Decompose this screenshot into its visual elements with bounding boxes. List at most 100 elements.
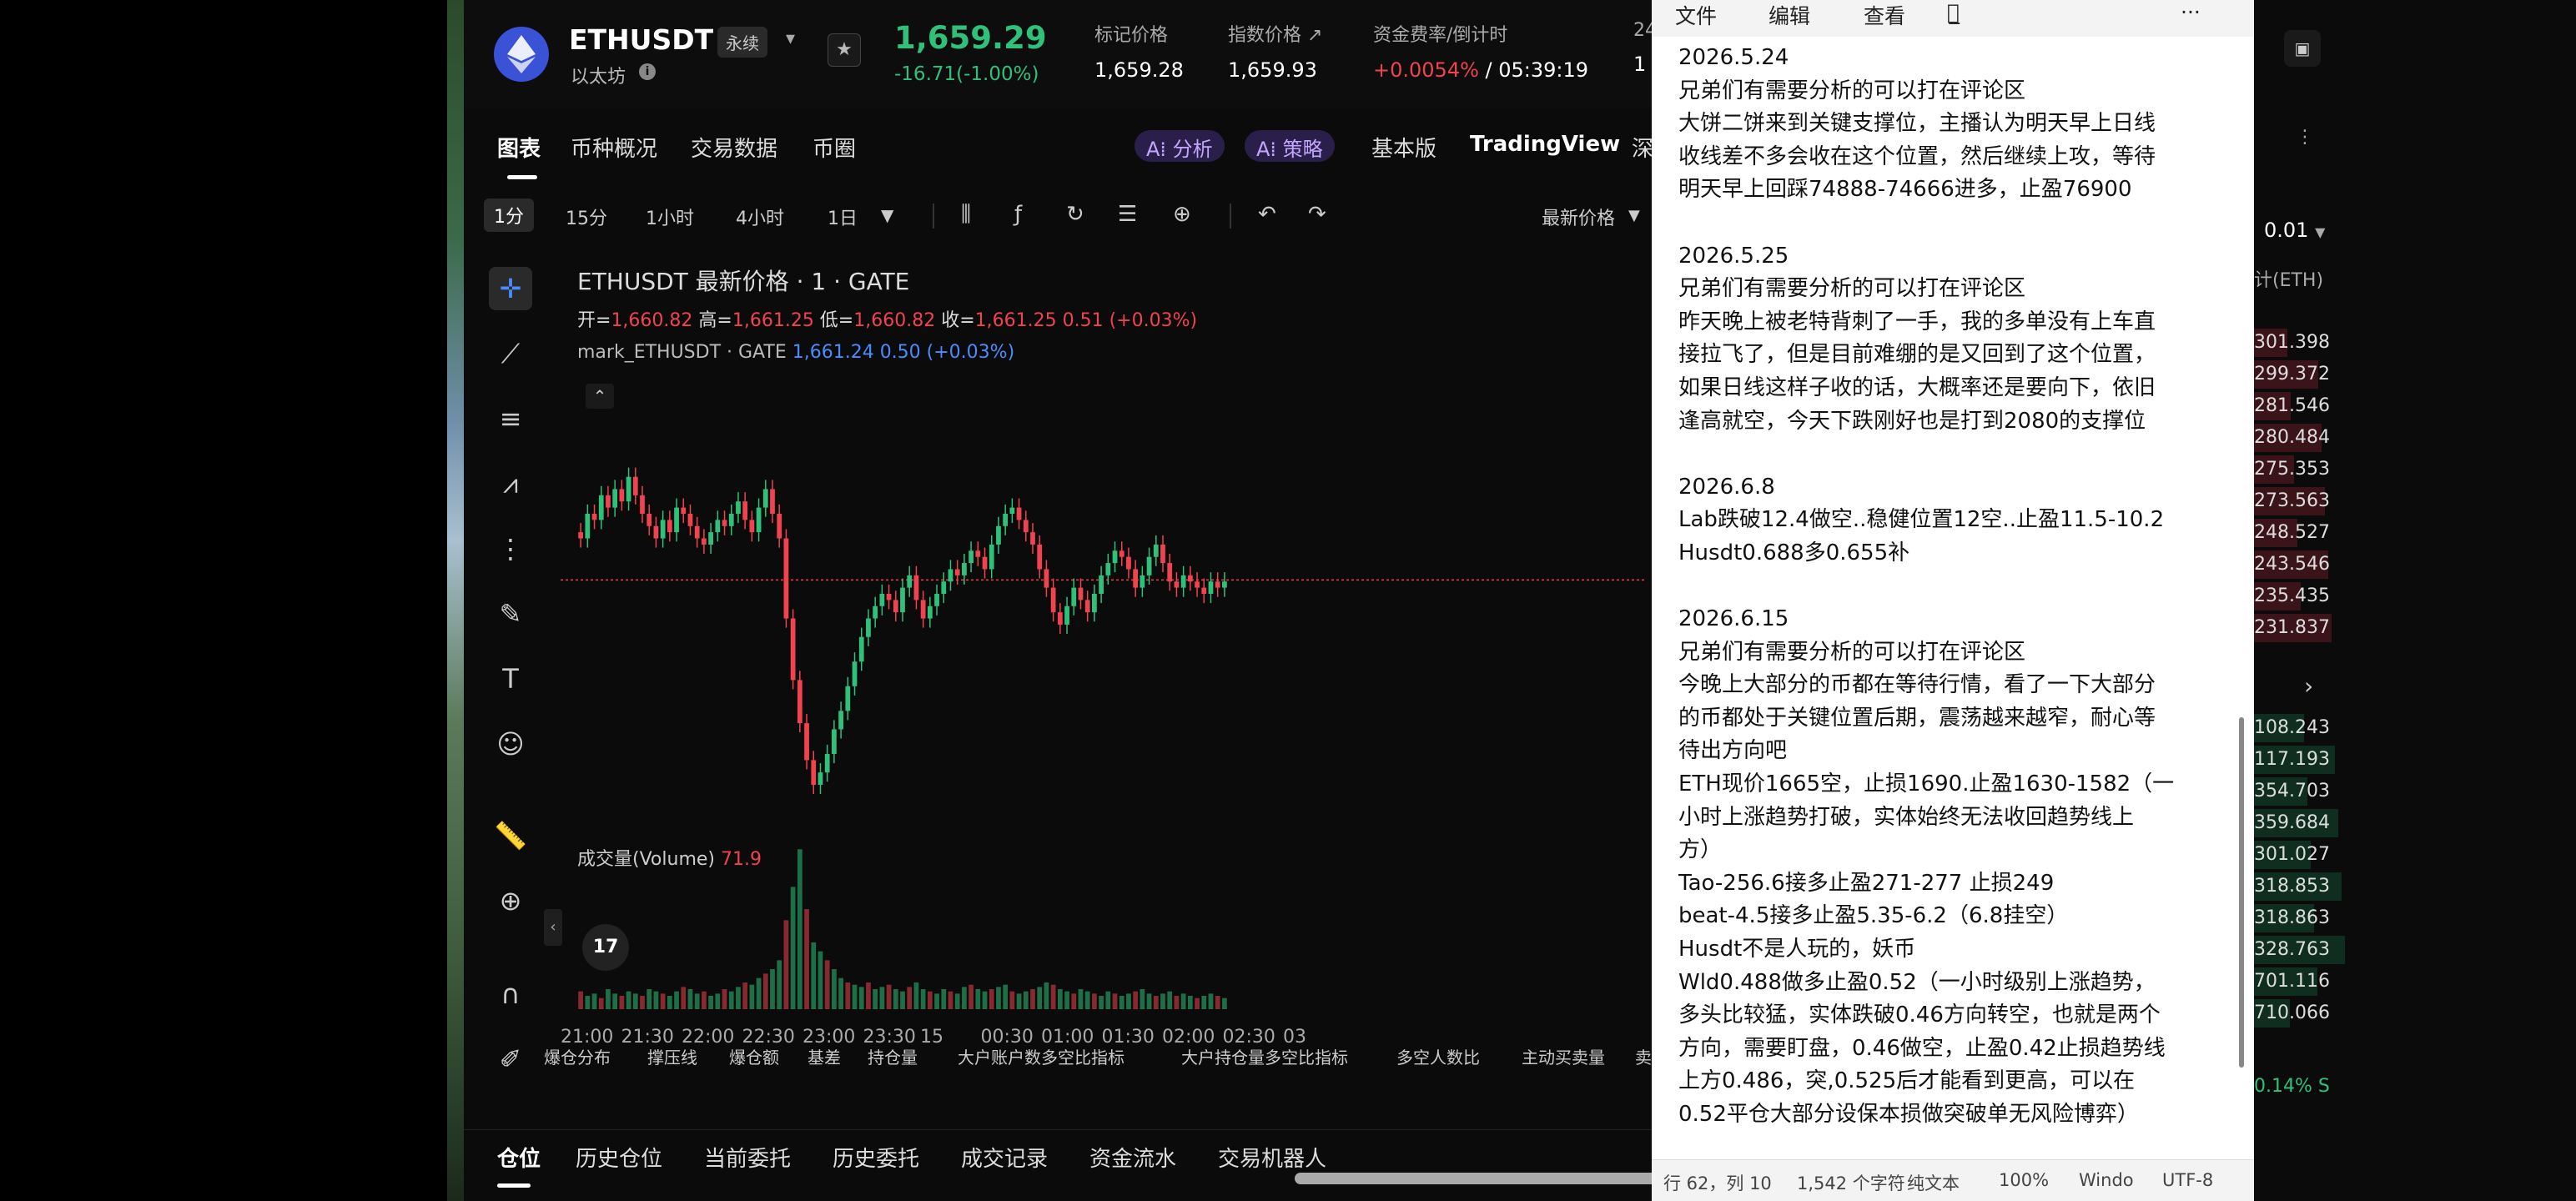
more-icon[interactable]: ⋮ — [2296, 127, 2314, 148]
order-book-row[interactable]: 328.763 — [2254, 939, 2330, 960]
volume-bar — [1009, 991, 1015, 1009]
indicator-1[interactable]: 撑压线 — [647, 1044, 697, 1068]
indicator-6[interactable]: 大户持仓量多空比指标 — [1181, 1044, 1348, 1068]
order-book-row[interactable]: 281.546 — [2254, 395, 2330, 416]
refresh-icon[interactable]: ↻ — [1066, 202, 1084, 227]
timeframe-1m[interactable]: 1分 — [484, 198, 534, 232]
collapse-toolbar-icon[interactable]: ‹ — [544, 909, 562, 946]
horizontal-scrollbar[interactable] — [1295, 1173, 1652, 1184]
order-book-row[interactable]: 301.027 — [2254, 844, 2330, 865]
tab-depth[interactable]: 深 — [1632, 132, 1652, 163]
indicator-9[interactable]: 卖 — [1635, 1044, 1652, 1068]
redo-icon[interactable]: ↷ — [1308, 202, 1326, 227]
ruler-icon[interactable]: 📏 — [489, 814, 532, 857]
order-book-row[interactable]: 710.066 — [2254, 1003, 2330, 1023]
notepad-menu-3[interactable]: Ａ̲ — [1947, 0, 1960, 24]
index-price-stat[interactable]: 指数价格 ↗ 1,659.93 — [1228, 20, 1322, 82]
text-tool-icon[interactable]: T — [489, 657, 532, 701]
indicator-2[interactable]: 爆仓额 — [729, 1044, 779, 1068]
indicator-8[interactable]: 主动买卖量 — [1522, 1044, 1605, 1068]
notepad-text-area[interactable]: 2026.5.24 兄弟们有需要分析的可以打在评论区 大饼二饼来到关键支撑位，主… — [1678, 42, 2229, 1146]
order-book-row[interactable]: 354.703 — [2254, 781, 2330, 802]
indicator-3[interactable]: 基差 — [808, 1044, 841, 1068]
templates-icon[interactable]: ☰ — [1118, 202, 1137, 227]
tab-tradingview[interactable]: TradingView — [1470, 132, 1620, 157]
notepad-menu-2[interactable]: 查看 — [1864, 0, 1905, 30]
chart-area[interactable]: ✛ ⟋ ≡ ⩘ ⋮ ✎ T ☺ 📏 ⊕ ∩ ✐ ‹ 21:00 21:30 22:0… — [464, 250, 1652, 1109]
order-book-row[interactable]: 235.435 — [2254, 585, 2330, 606]
mark-price-value: 1,659.28 — [1094, 58, 1184, 82]
price-source-dropdown-icon[interactable]: ▼ — [1628, 207, 1640, 224]
order-book-row[interactable]: 318.853 — [2254, 876, 2330, 897]
tab-overview[interactable]: 币种概况 — [571, 132, 657, 163]
order-book-row[interactable]: 275.353 — [2254, 459, 2330, 480]
indicators-icon[interactable]: ƒ — [1014, 202, 1022, 227]
notepad-menu-4[interactable]: ··· — [2181, 0, 2201, 24]
collapse-legend-icon[interactable]: ⌃ — [586, 384, 614, 409]
candle-body — [660, 520, 666, 539]
book-icon[interactable]: ▣ — [2284, 30, 2321, 67]
order-book-row[interactable]: 273.563 — [2254, 490, 2330, 511]
order-book-row[interactable]: 359.684 — [2254, 812, 2330, 833]
indicator-0[interactable]: 爆仓分布 — [544, 1044, 611, 1068]
magnet-icon[interactable]: ∩ — [489, 972, 532, 1016]
order-book-row[interactable]: 301.398 — [2254, 332, 2330, 353]
timeframe-4h[interactable]: 4小时 — [736, 204, 784, 230]
position-tab-2[interactable]: 当前委托 — [704, 1142, 791, 1173]
pattern-icon[interactable]: ⩘ — [489, 462, 532, 505]
ai-analysis-button[interactable]: A⁞ 分析 — [1135, 130, 1225, 162]
symbol-dropdown-icon[interactable]: ▾ — [786, 28, 795, 49]
candle-body — [591, 514, 597, 520]
order-book-row[interactable]: 243.546 — [2254, 554, 2330, 575]
tab-basic[interactable]: 基本版 — [1371, 132, 1436, 163]
add-alert-icon[interactable]: ⊕ — [1173, 202, 1191, 227]
order-book-row[interactable]: 231.837 — [2254, 617, 2330, 638]
candlestick-chart[interactable]: 21:00 21:30 22:00 22:30 23:00 23:30 15 00:30 01:… — [561, 350, 1645, 1101]
emoji-icon[interactable]: ☺ — [489, 722, 532, 766]
order-book-row[interactable]: 108.243 — [2254, 717, 2330, 738]
order-book-row[interactable]: 117.193 — [2254, 749, 2330, 770]
order-book-row[interactable]: 248.527 — [2254, 522, 2330, 543]
brush-icon[interactable]: ✎ — [489, 592, 532, 636]
indicator-7[interactable]: 多空人数比 — [1396, 1044, 1480, 1068]
horizontal-lines-icon[interactable]: ≡ — [489, 397, 532, 440]
position-tab-6[interactable]: 交易机器人 — [1218, 1142, 1326, 1173]
order-book-row[interactable]: 280.484 — [2254, 427, 2330, 448]
zoom-in-icon[interactable]: ⊕ — [489, 879, 532, 922]
candle-body — [886, 594, 892, 600]
tab-circle[interactable]: 币圈 — [813, 132, 856, 163]
ai-strategy-button[interactable]: A⁞ 策略 — [1245, 130, 1335, 162]
timeframe-dropdown-icon[interactable]: ▼ — [881, 205, 893, 225]
fib-icon[interactable]: ⋮ — [489, 527, 532, 570]
info-icon[interactable]: i — [639, 63, 656, 80]
symbol-title[interactable]: ETHUSDT — [569, 23, 713, 56]
notepad-menu-1[interactable]: 编辑 — [1768, 0, 1810, 30]
indicator-5[interactable]: 大户账户数多空比指标 — [958, 1044, 1124, 1068]
tab-chart[interactable]: 图表 — [497, 132, 541, 163]
position-tab-1[interactable]: 历史仓位 — [576, 1142, 662, 1173]
notepad-menu-0[interactable]: 文件 — [1675, 0, 1717, 30]
open-label: 开= — [577, 310, 611, 331]
notepad-scrollbar[interactable] — [2239, 717, 2244, 1068]
candle-type-icon[interactable]: ⫼ — [961, 202, 971, 228]
position-tab-5[interactable]: 资金流水 — [1089, 1142, 1176, 1173]
undo-icon[interactable]: ↶ — [1258, 202, 1276, 227]
order-book-row[interactable]: 318.863 — [2254, 907, 2330, 928]
favorite-star-icon[interactable]: ★ — [828, 33, 861, 67]
position-tab-3[interactable]: 历史委托 — [833, 1142, 919, 1173]
volume-bar — [702, 991, 707, 1009]
indicator-4[interactable]: 持仓量 — [868, 1044, 918, 1068]
order-book-row[interactable]: 701.116 — [2254, 971, 2330, 992]
timeframe-15m[interactable]: 15分 — [566, 204, 607, 230]
crosshair-icon[interactable]: ✛ — [489, 267, 532, 310]
timeframe-1h[interactable]: 1小时 — [646, 204, 694, 230]
timeframe-1d[interactable]: 1日 — [828, 204, 858, 230]
order-book-row[interactable]: 299.372 — [2254, 364, 2330, 384]
trendline-icon[interactable]: ⟋ — [489, 332, 532, 375]
tab-trading-data[interactable]: 交易数据 — [691, 132, 777, 163]
position-tab-4[interactable]: 成交记录 — [961, 1142, 1048, 1173]
chevron-right-icon[interactable]: › — [2304, 672, 2313, 700]
price-source-select[interactable]: 最新价格 — [1542, 204, 1615, 230]
price-step-select[interactable]: 0.01 ▼ — [2264, 219, 2325, 242]
position-tab-0[interactable]: 仓位 — [497, 1142, 541, 1173]
